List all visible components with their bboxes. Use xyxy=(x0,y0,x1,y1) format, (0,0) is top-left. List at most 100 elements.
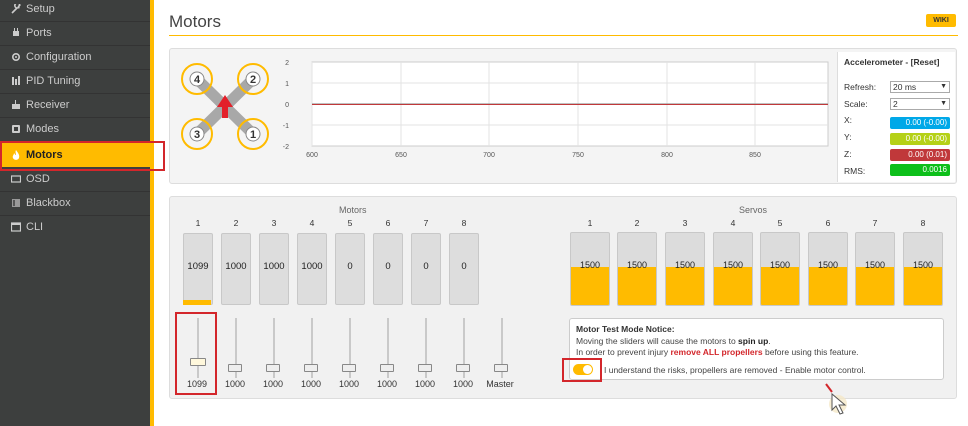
rms-value: 0.0016 xyxy=(890,164,950,176)
motor-meter: 1000 xyxy=(297,233,327,305)
y-tick-label: -2 xyxy=(283,144,289,151)
motor-number: 1 xyxy=(195,218,201,228)
motor-label: 2 xyxy=(250,74,256,86)
notice-text: Moving the sliders will cause the motors… xyxy=(576,336,739,346)
cursor-click-icon xyxy=(825,383,847,415)
gear-icon xyxy=(10,52,22,63)
servos-group-title: Servos xyxy=(739,205,768,215)
x-tick-label: 700 xyxy=(483,152,495,159)
z-label: Z: xyxy=(844,149,852,159)
sidebar-item-label: Modes xyxy=(26,123,60,135)
page-title: Motors xyxy=(169,12,221,31)
servo-value: 1500 xyxy=(769,260,791,270)
motor-number: 8 xyxy=(461,218,467,228)
sliders-icon xyxy=(10,76,22,87)
notice-text: In order to prevent injury xyxy=(576,347,671,357)
motor-meter: 1099 xyxy=(183,233,213,305)
sidebar-item-label: Ports xyxy=(26,27,52,39)
accelerometer-title[interactable]: Accelerometer - [Reset] xyxy=(844,57,939,67)
motor-4-slider[interactable] xyxy=(304,364,318,372)
sidebar-item-cli[interactable]: CLI xyxy=(0,215,150,239)
scale-select[interactable]: 2 ▼ xyxy=(890,98,950,110)
motor-number: 6 xyxy=(385,218,391,228)
servo-fill xyxy=(761,267,799,305)
y-tick-label: -1 xyxy=(283,123,289,130)
servo-number: 5 xyxy=(777,218,783,228)
motors-group-title: Motors xyxy=(339,205,367,215)
sidebar-item-ports[interactable]: Ports xyxy=(0,21,150,45)
servo-number: 6 xyxy=(825,218,831,228)
motor-5-slider[interactable] xyxy=(342,364,356,372)
receiver-icon xyxy=(10,100,22,111)
motor-number: 7 xyxy=(423,218,429,228)
motor-meter-value: 0 xyxy=(385,261,391,272)
enable-motor-control-label: I understand the risks, propellers are r… xyxy=(604,365,866,375)
servo-value: 1500 xyxy=(579,260,601,270)
servo-meter: 1500 xyxy=(760,232,800,306)
notice-emphasis: spin up xyxy=(738,336,769,346)
motor-meter-value: 0 xyxy=(347,261,353,272)
servo-meter: 1500 xyxy=(903,232,943,306)
x-tick-label: 650 xyxy=(395,152,407,159)
scale-label: Scale: xyxy=(844,99,868,109)
z-value: 0.00 (0.01) xyxy=(890,149,950,161)
sidebar-item-label: CLI xyxy=(26,221,44,233)
servo-fill xyxy=(904,267,942,305)
servo-fill xyxy=(714,267,752,305)
servo-fill xyxy=(809,267,847,305)
notice-warning: remove ALL propellers xyxy=(670,347,763,357)
motor-7-slider[interactable] xyxy=(418,364,432,372)
sidebar-item-configuration[interactable]: Configuration xyxy=(0,45,150,69)
motor-8-slider[interactable] xyxy=(456,364,470,372)
sidebar-item-receiver[interactable]: Receiver xyxy=(0,93,150,117)
refresh-select[interactable]: 20 ms ▼ xyxy=(890,81,950,93)
motor-2-slider[interactable] xyxy=(228,364,242,372)
app-window: Setup Ports Configuration PID Tuning Rec… xyxy=(0,0,968,426)
motor-number: 3 xyxy=(271,218,277,228)
sidebar-item-setup[interactable]: Setup xyxy=(0,0,150,21)
x-value: 0.00 (-0.00) xyxy=(890,117,950,129)
motor-number: 2 xyxy=(233,218,239,228)
motor-meter-value: 1000 xyxy=(263,261,285,272)
motor-meter: 1000 xyxy=(221,233,251,305)
y-label: Y: xyxy=(844,132,852,142)
motor-meter: 1000 xyxy=(259,233,289,305)
refresh-label: Refresh: xyxy=(844,82,877,92)
servo-value: 1500 xyxy=(722,260,744,270)
motor-number: 5 xyxy=(347,218,353,228)
wiki-button[interactable]: WIKI xyxy=(926,14,956,27)
y-value: 0.00 (-0.00) xyxy=(890,133,950,145)
servo-number: 8 xyxy=(920,218,926,228)
plug-icon xyxy=(10,28,22,39)
y-tick-label: 0 xyxy=(285,102,289,109)
sidebar-item-pid-tuning[interactable]: PID Tuning xyxy=(0,69,150,93)
y-tick-label: 2 xyxy=(285,60,289,67)
y-tick-label: 1 xyxy=(285,81,289,88)
sidebar-item-blackbox[interactable]: Blackbox xyxy=(0,191,150,215)
motor-6-slider[interactable] xyxy=(380,364,394,372)
quad-diagram: 4 2 3 1 xyxy=(181,63,269,150)
motor-3-slider[interactable] xyxy=(266,364,280,372)
accelerometer-graph: 2 1 0 -1 -2 600 650 700 750 800 850 xyxy=(283,60,829,159)
sidebar-item-label: Blackbox xyxy=(26,197,71,209)
sidebar-item-osd[interactable]: OSD xyxy=(0,167,150,191)
motor-label: 3 xyxy=(194,129,200,141)
accelerometer-box: Accelerometer - [Reset] Refresh: 20 ms ▼… xyxy=(837,52,955,182)
refresh-value: 20 ms xyxy=(893,82,917,92)
motor-meter: 0 xyxy=(373,233,403,305)
sidebar-item-label: Configuration xyxy=(26,51,92,63)
notice-text: before using this feature. xyxy=(762,347,859,357)
motor-meter: 0 xyxy=(449,233,479,305)
servo-value: 1500 xyxy=(817,260,839,270)
sidebar-item-modes[interactable]: Modes xyxy=(0,117,150,141)
servo-value: 1500 xyxy=(864,260,886,270)
master-slider[interactable] xyxy=(494,364,508,372)
servo-value: 1500 xyxy=(912,260,934,270)
servo-number: 7 xyxy=(872,218,878,228)
servo-meter: 1500 xyxy=(855,232,895,306)
servo-meter: 1500 xyxy=(570,232,610,306)
sidebar-item-label: Receiver xyxy=(26,99,70,111)
x-tick-label: 850 xyxy=(749,152,761,159)
motor-1-highlight-box xyxy=(175,312,217,395)
servo-fill xyxy=(856,267,894,305)
